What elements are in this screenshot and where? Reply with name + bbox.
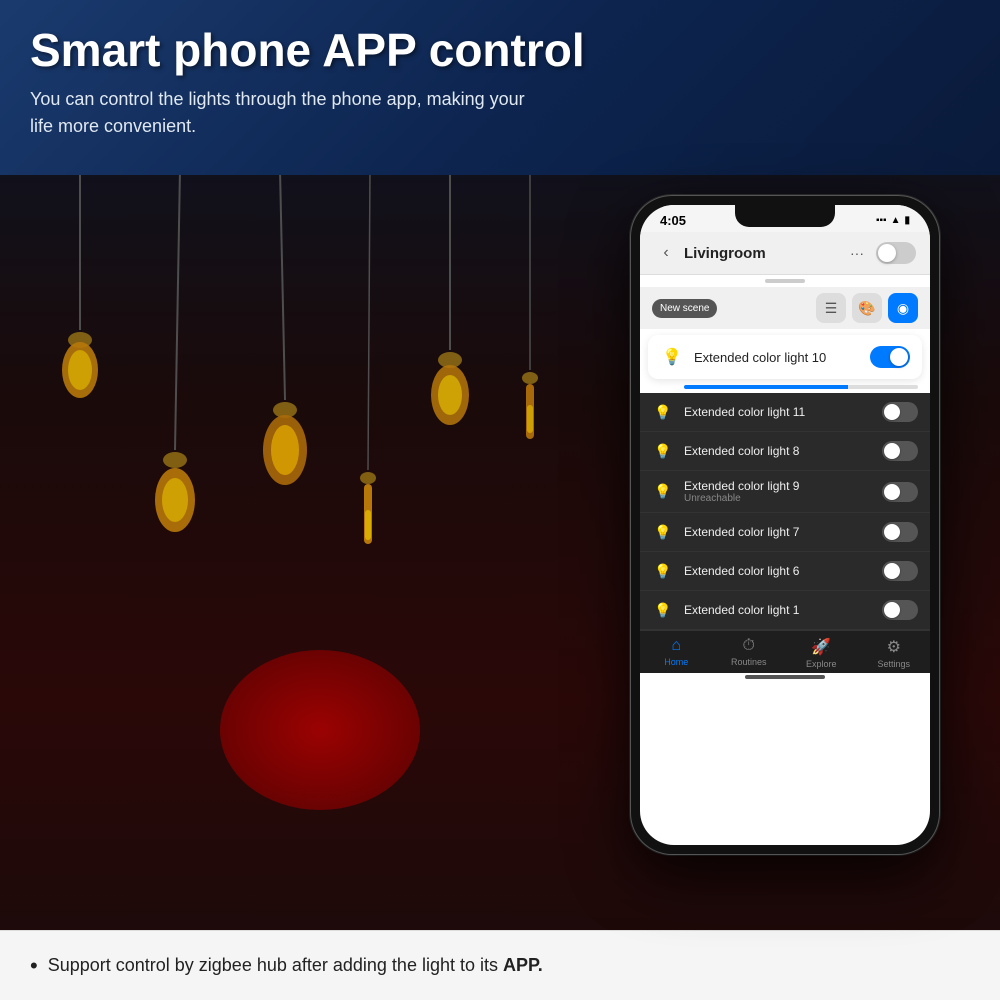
phone-notch: [735, 205, 835, 227]
phone-mockup: 4:05 ▪▪▪ ▲ ▮ ‹ Livingroom ··· New scene …: [630, 195, 940, 855]
featured-light-card: 💡 Extended color light 10: [648, 335, 922, 379]
nav-explore[interactable]: 🚀 Explore: [785, 637, 858, 669]
home-icon: ⌂: [671, 637, 681, 655]
light-item: 💡 Extended color light 7: [640, 513, 930, 552]
light-item-icon-6: 💡: [652, 560, 674, 582]
phone-screen: 4:05 ▪▪▪ ▲ ▮ ‹ Livingroom ··· New scene …: [640, 205, 930, 845]
featured-light-icon: 💡: [660, 345, 684, 369]
light-item-icon-11: 💡: [652, 401, 674, 423]
light-item-name-8: Extended color light 8: [684, 444, 882, 458]
light-item-icon-7: 💡: [652, 521, 674, 543]
bottom-text: Support control by zigbee hub after addi…: [48, 955, 543, 976]
light-item-name-11: Extended color light 11: [684, 405, 882, 419]
signal-icon: ▪▪▪: [876, 215, 887, 226]
wifi-icon: ▲: [891, 215, 901, 226]
nav-settings-label: Settings: [877, 659, 910, 669]
featured-light-name: Extended color light 10: [694, 350, 870, 365]
nav-home[interactable]: ⌂ Home: [640, 637, 713, 669]
light-item-info-9: Extended color light 9 Unreachable: [684, 479, 882, 504]
bullet-point: •: [30, 953, 38, 979]
light-item-toggle-8[interactable]: [882, 441, 918, 461]
light-item: 💡 Extended color light 9 Unreachable: [640, 471, 930, 513]
light-item: 💡 Extended color light 6: [640, 552, 930, 591]
light-item-name-9: Extended color light 9: [684, 479, 882, 493]
scroll-indicator: [765, 279, 805, 283]
light-item-info-7: Extended color light 7: [684, 525, 882, 539]
nav-routines[interactable]: ⏱ Routines: [713, 637, 786, 669]
back-button[interactable]: ‹: [654, 241, 678, 265]
light-item-info-8: Extended color light 8: [684, 444, 882, 458]
light-item-info-1: Extended color light 1: [684, 603, 882, 617]
header-section: Smart phone APP control You can control …: [0, 0, 1000, 175]
header-subtitle: You can control the lights through the p…: [30, 86, 970, 140]
color-wheel-button[interactable]: ◉: [888, 293, 918, 323]
room-toggle[interactable]: [876, 242, 916, 264]
routines-icon: ⏱: [743, 637, 755, 655]
room-title: Livingroom: [684, 245, 844, 262]
light-item-info-6: Extended color light 6: [684, 564, 882, 578]
page-title: Smart phone APP control: [30, 25, 970, 76]
light-item-toggle-11[interactable]: [882, 402, 918, 422]
brightness-slider[interactable]: [684, 385, 918, 389]
light-list: 💡 Extended color light 11 💡 Extended col…: [640, 393, 930, 630]
light-item: 💡 Extended color light 1: [640, 591, 930, 630]
status-time: 4:05: [660, 213, 686, 228]
light-item-toggle-7[interactable]: [882, 522, 918, 542]
phone-outer: 4:05 ▪▪▪ ▲ ▮ ‹ Livingroom ··· New scene …: [630, 195, 940, 855]
light-item-icon-9: 💡: [652, 481, 674, 503]
app-header: ‹ Livingroom ···: [640, 232, 930, 275]
light-item-name-6: Extended color light 6: [684, 564, 882, 578]
home-indicator: [745, 675, 825, 679]
light-item-toggle-6[interactable]: [882, 561, 918, 581]
light-item-name-1: Extended color light 1: [684, 603, 882, 617]
subtitle-line1: You can control the lights through the p…: [30, 89, 525, 109]
more-button[interactable]: ···: [844, 240, 870, 266]
subtitle-line2: life more convenient.: [30, 116, 196, 136]
explore-icon: 🚀: [811, 637, 831, 657]
bulbs-svg: [0, 170, 600, 870]
bottom-nav: ⌂ Home ⏱ Routines 🚀 Explore ⚙ Settings: [640, 630, 930, 673]
featured-light-toggle[interactable]: [870, 346, 910, 368]
bottom-section: • Support control by zigbee hub after ad…: [0, 930, 1000, 1000]
nav-settings[interactable]: ⚙ Settings: [858, 637, 931, 669]
light-item-sub-9: Unreachable: [684, 493, 882, 504]
nav-explore-label: Explore: [806, 659, 837, 669]
battery-icon: ▮: [904, 215, 910, 226]
palette-button[interactable]: 🎨: [852, 293, 882, 323]
light-item: 💡 Extended color light 8: [640, 432, 930, 471]
light-item-info-11: Extended color light 11: [684, 405, 882, 419]
new-scene-button[interactable]: New scene: [652, 299, 717, 318]
settings-icon: ⚙: [887, 637, 901, 657]
light-item-icon-1: 💡: [652, 599, 674, 621]
light-item-icon-8: 💡: [652, 440, 674, 462]
nav-routines-label: Routines: [731, 657, 767, 667]
light-item: 💡 Extended color light 11: [640, 393, 930, 432]
light-item-toggle-1[interactable]: [882, 600, 918, 620]
nav-home-label: Home: [664, 657, 688, 667]
app-toolbar: New scene ☰ 🎨 ◉: [640, 287, 930, 329]
light-item-name-7: Extended color light 7: [684, 525, 882, 539]
status-icons: ▪▪▪ ▲ ▮: [876, 215, 910, 226]
list-view-button[interactable]: ☰: [816, 293, 846, 323]
light-item-toggle-9[interactable]: [882, 482, 918, 502]
